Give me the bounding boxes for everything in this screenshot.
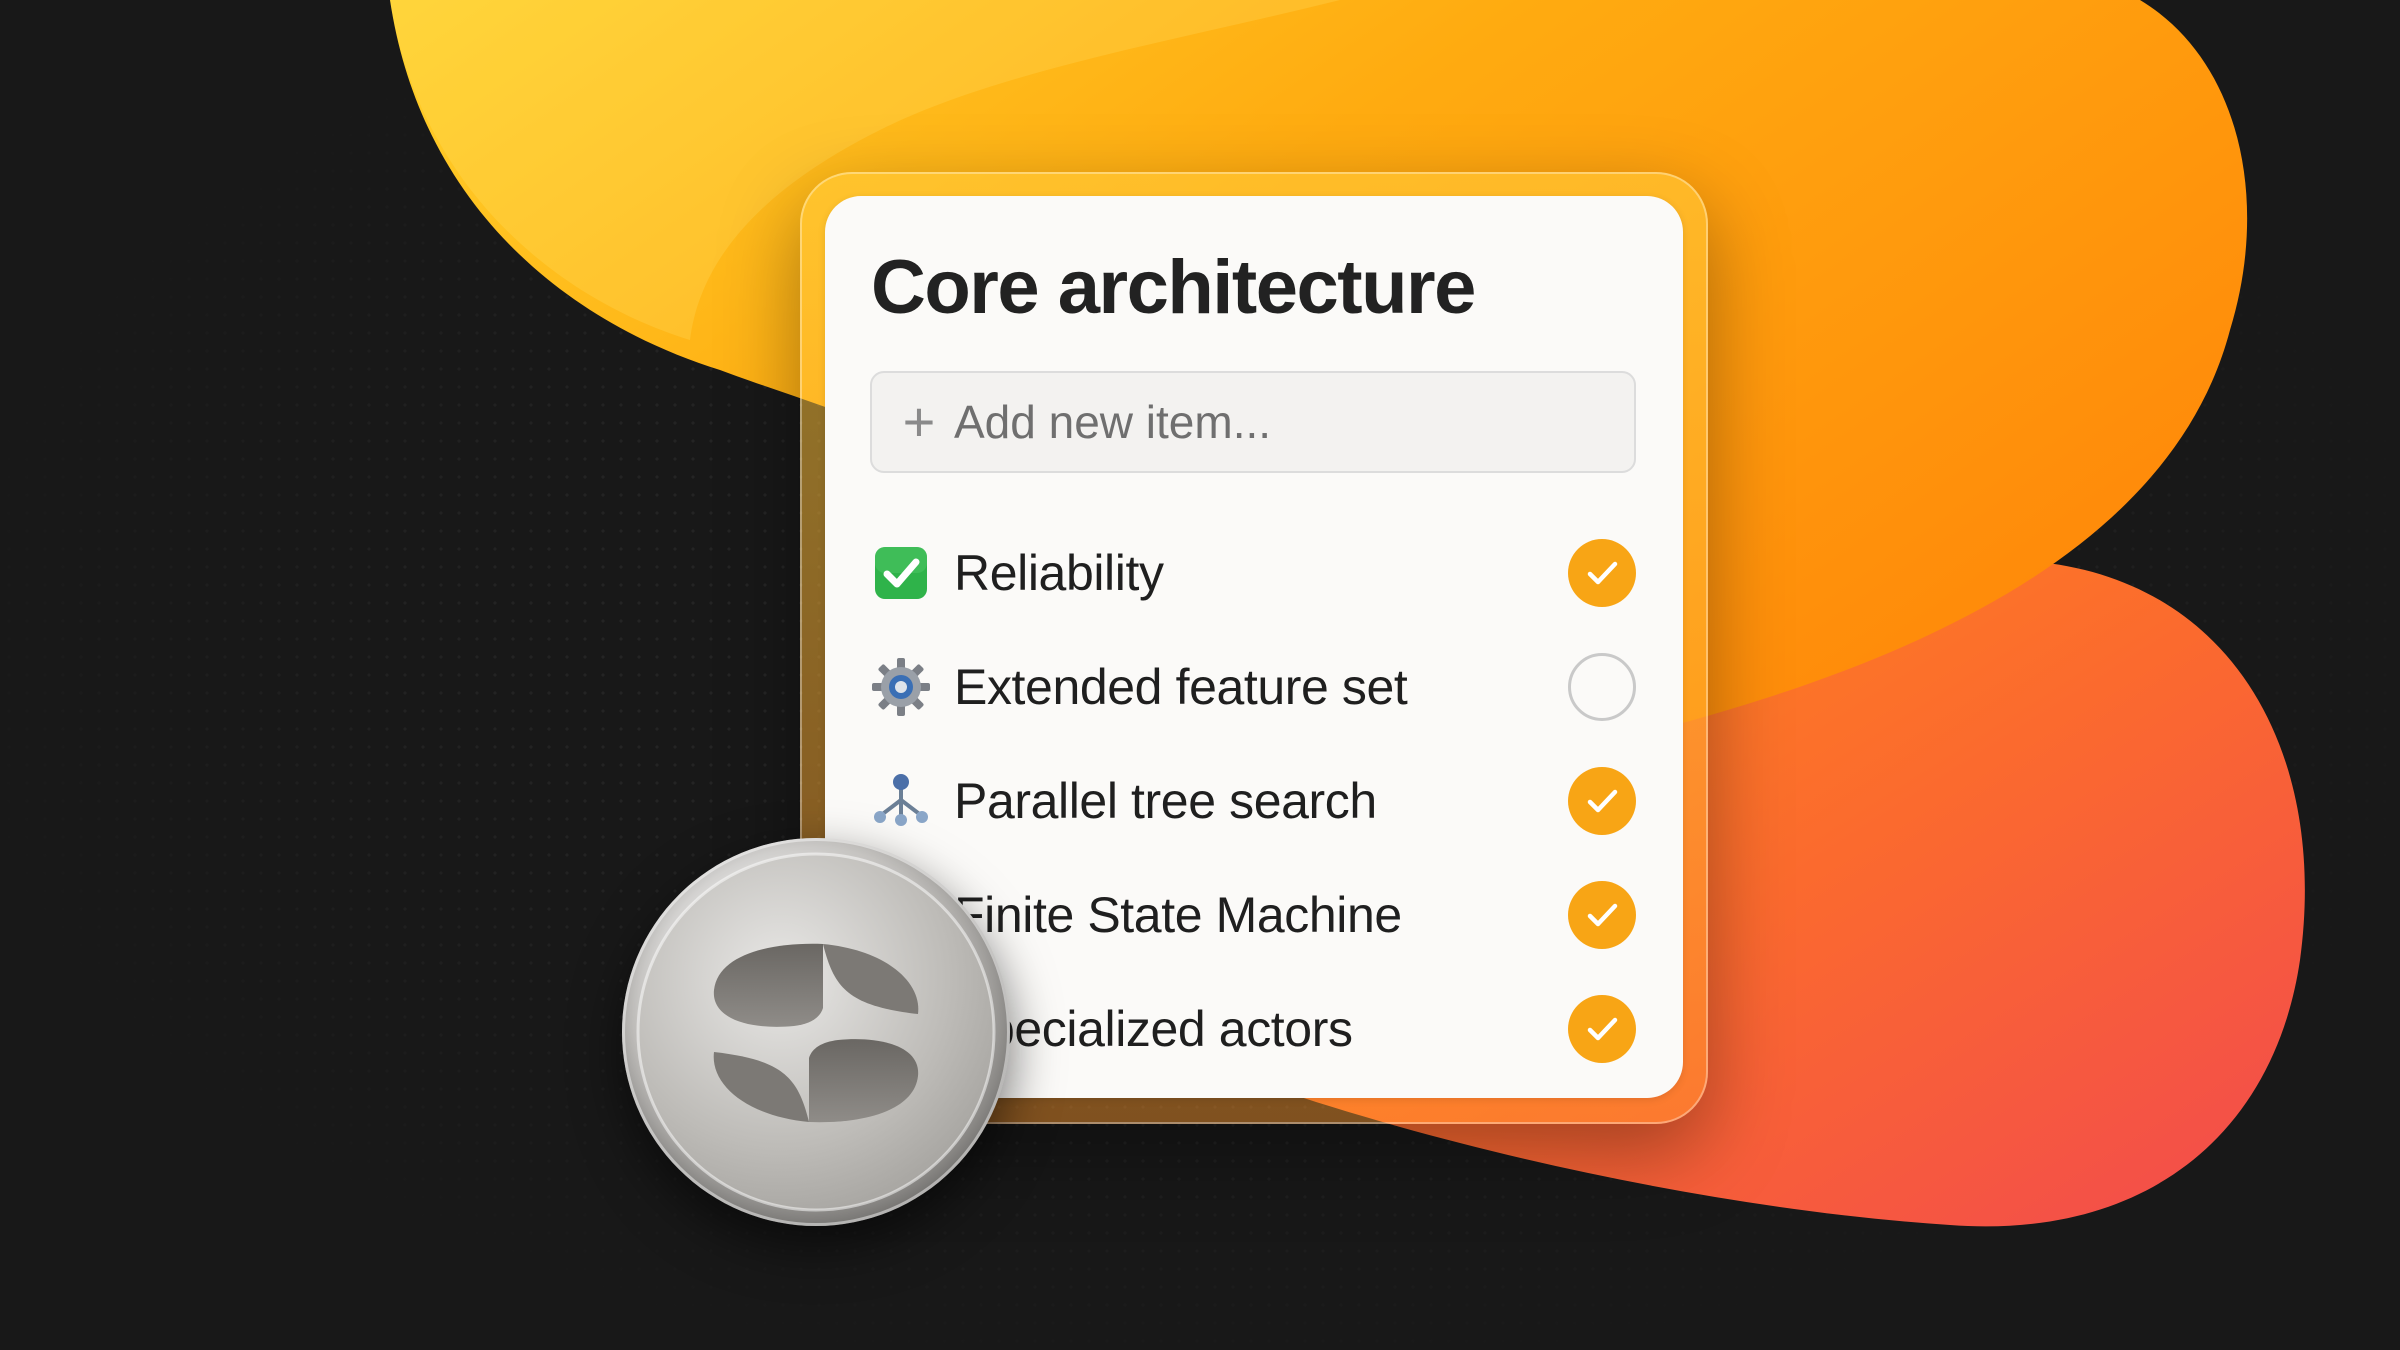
item-checkbox[interactable] [1568,881,1636,949]
card-title: Core architecture [871,245,1476,330]
item-label: Specialized actors [954,1001,1353,1057]
tree-icon [870,770,932,832]
item-checkbox[interactable] [1568,653,1636,721]
add-item-input[interactable] [954,395,1554,449]
checkmark-icon [1587,789,1618,813]
checkmark-icon [1587,561,1618,585]
checkmark-icon [1587,1017,1618,1041]
check-box-icon [870,542,932,604]
add-item-field[interactable]: + [870,371,1636,473]
item-checkbox[interactable] [1568,767,1636,835]
checkmark-icon [1587,903,1618,927]
item-label: Reliability [954,545,1164,601]
item-checkbox[interactable] [1568,539,1636,607]
item-label: Finite State Machine [954,887,1402,943]
list-item[interactable]: Extended feature set [870,630,1636,744]
plus-icon[interactable]: + [894,394,944,450]
metal-coin-logo-icon [622,838,1010,1226]
item-checkbox[interactable] [1568,995,1636,1063]
item-label: Extended feature set [954,659,1408,715]
item-label: Parallel tree search [954,773,1377,829]
gear-icon [870,656,932,718]
list-item[interactable]: Reliability [870,516,1636,630]
